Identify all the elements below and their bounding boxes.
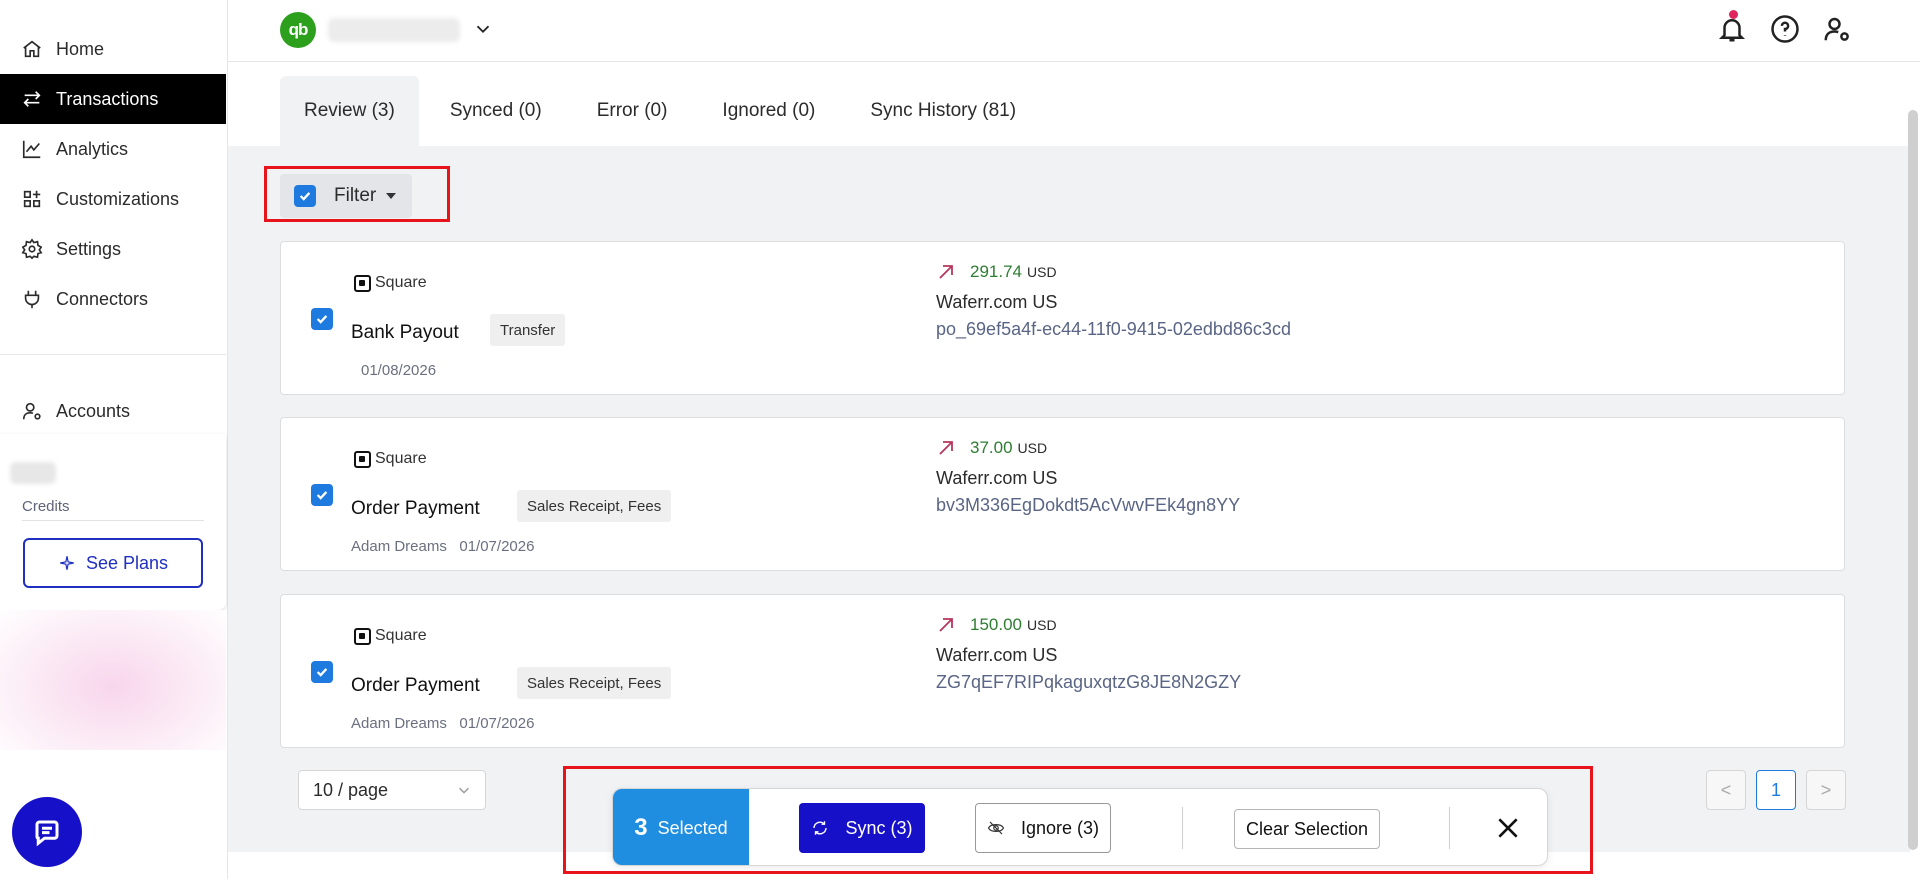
status-tabs: Review (3) Synced (0) Error (0) Ignored …	[280, 76, 1040, 146]
sidebar-item-customizations[interactable]: Customizations	[0, 174, 226, 224]
transaction-reference[interactable]: po_69ef5a4f-ec44-11f0-9415-02edbd86c3cd	[936, 319, 1291, 340]
sidebar-item-label: Home	[56, 38, 105, 59]
tab-ignored[interactable]: Ignored (0)	[698, 76, 839, 146]
transaction-card: Square Order Payment Sales Receipt, Fees…	[280, 594, 1845, 748]
currency: USD	[1027, 264, 1057, 280]
square-icon	[354, 274, 371, 292]
sidebar-item-label: Accounts	[56, 400, 131, 421]
chat-support-button[interactable]	[12, 797, 82, 867]
gear-icon	[20, 237, 44, 261]
amount-row: 150.00 USD	[936, 615, 1057, 635]
sidebar-item-transactions[interactable]: Transactions	[0, 74, 226, 124]
sidebar-item-label: Settings	[56, 238, 122, 259]
credits-label: Credits	[22, 498, 70, 515]
source-name: Square	[375, 627, 427, 644]
see-plans-button[interactable]: See Plans	[23, 538, 203, 588]
grid-plus-icon	[20, 187, 44, 211]
square-icon	[354, 450, 371, 468]
arrow-up-right-icon	[936, 438, 956, 458]
sidebar-item-label: Connectors	[56, 288, 149, 309]
transaction-reference[interactable]: bv3M336EgDokdt5AcVwvFEk4gn8YY	[936, 495, 1240, 516]
arrow-up-right-icon	[936, 262, 956, 282]
sidebar-item-connectors[interactable]: Connectors	[0, 274, 226, 324]
quickbooks-logo: qb	[280, 12, 316, 48]
source-name: Square	[375, 450, 427, 467]
transaction-card: Square Bank Payout Transfer 01/08/2026 2…	[280, 241, 1845, 395]
sidebar-item-analytics[interactable]: Analytics	[0, 124, 226, 174]
currency: USD	[1017, 440, 1048, 456]
credits-value-redacted	[10, 462, 56, 484]
currency: USD	[1027, 617, 1057, 633]
amount-value: 150.00	[970, 615, 1022, 634]
chevron-down-icon	[459, 787, 469, 794]
transaction-customer-date: Adam Dreams 01/07/2026	[351, 715, 535, 732]
amount-row: 37.00 USD	[936, 438, 1047, 458]
top-bar: qb	[228, 0, 1920, 62]
next-page-button[interactable]: >	[1806, 770, 1846, 810]
chevron-down-icon[interactable]	[472, 18, 494, 40]
chat-icon	[35, 820, 59, 847]
sidebar-item-label: Customizations	[56, 188, 180, 209]
type-badge: Sales Receipt, Fees	[517, 667, 672, 699]
transaction-customer-date: Adam Dreams 01/07/2026	[351, 538, 535, 555]
transaction-card: Square Order Payment Sales Receipt, Fees…	[280, 417, 1845, 571]
sidebar-item-home[interactable]: Home	[0, 24, 226, 74]
row-checkbox[interactable]	[311, 661, 333, 683]
square-icon	[354, 627, 371, 645]
sidebar-item-settings[interactable]: Settings	[0, 224, 226, 274]
amount-row: 291.74 USD	[936, 262, 1057, 282]
arrow-up-right-icon	[936, 615, 956, 635]
amount-value: 37.00	[970, 438, 1013, 457]
decorative-gradient	[0, 610, 226, 750]
tab-synced[interactable]: Synced (0)	[426, 76, 566, 146]
type-badge: Transfer	[490, 314, 566, 346]
sidebar-divider	[0, 354, 226, 355]
transaction-reference[interactable]: ZG7qEF7RIPqkaguxqtzG8JE8N2GZY	[936, 672, 1241, 693]
highlight-box-filter	[264, 166, 450, 222]
transaction-date: 01/08/2026	[361, 362, 437, 379]
home-icon	[20, 37, 44, 61]
sidebar-item-label: Analytics	[56, 138, 129, 159]
transaction-title: Order Payment	[351, 675, 480, 696]
user-settings-icon	[20, 399, 44, 423]
sidebar-item-accounts[interactable]: Accounts	[0, 386, 226, 436]
notification-dot	[1729, 10, 1738, 19]
type-badge: Sales Receipt, Fees	[517, 490, 672, 522]
help-icon[interactable]	[1770, 14, 1800, 44]
tab-sync-history[interactable]: Sync History (81)	[846, 76, 1040, 146]
square-logo: Square	[354, 627, 427, 645]
bell-icon[interactable]	[1717, 10, 1747, 44]
merchant-name: Waferr.com US	[936, 645, 1058, 665]
vertical-scrollbar[interactable]	[1908, 110, 1918, 850]
row-checkbox[interactable]	[311, 484, 333, 506]
highlight-box-action-bar	[563, 766, 1593, 874]
amount-value: 291.74	[970, 262, 1022, 281]
arrows-exchange-icon	[20, 87, 44, 111]
merchant-name: Waferr.com US	[936, 468, 1058, 488]
company-name-redacted	[328, 18, 460, 42]
credits-panel: Credits See Plans	[0, 434, 226, 610]
square-logo: Square	[354, 450, 427, 468]
see-plans-label: See Plans	[85, 552, 169, 573]
user-settings-icon[interactable]	[1822, 14, 1852, 44]
page-size-select[interactable]: 10 / page	[298, 770, 486, 810]
row-checkbox[interactable]	[311, 308, 333, 330]
sparkle-icon	[60, 556, 74, 570]
page-1-button[interactable]: 1	[1756, 770, 1796, 810]
source-name: Square	[375, 274, 427, 291]
tab-error[interactable]: Error (0)	[573, 76, 692, 146]
square-logo: Square	[354, 274, 427, 292]
transaction-title: Order Payment	[351, 498, 480, 519]
line-chart-icon	[20, 137, 44, 161]
merchant-name: Waferr.com US	[936, 292, 1058, 312]
sidebar-item-label: Transactions	[56, 88, 159, 109]
transaction-title: Bank Payout	[351, 322, 459, 343]
sidebar: Home Transactions Analytics Customizatio…	[0, 0, 228, 879]
plug-icon	[20, 287, 44, 311]
prev-page-button[interactable]: <	[1706, 770, 1746, 810]
page-size-value: 10 / page	[313, 779, 389, 800]
credits-divider	[22, 520, 204, 521]
tab-review[interactable]: Review (3)	[280, 76, 419, 146]
